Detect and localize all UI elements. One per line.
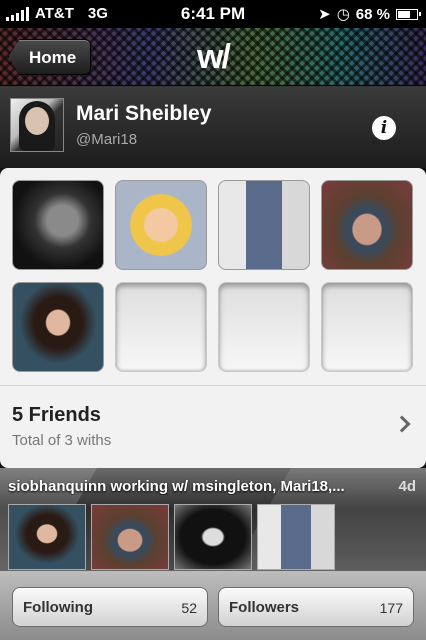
activity-thumbnail[interactable] xyxy=(257,504,335,570)
empty-friend-slot xyxy=(321,282,413,372)
followers-count: 177 xyxy=(379,600,403,616)
battery-percent: 68 % xyxy=(355,5,390,23)
following-count: 52 xyxy=(181,600,197,616)
location-arrow-icon: ➤ xyxy=(318,6,331,23)
friend-photo[interactable] xyxy=(218,180,310,270)
following-label: Following xyxy=(23,599,93,616)
divider xyxy=(0,385,426,386)
empty-friend-slot xyxy=(115,282,207,372)
empty-friend-slot xyxy=(218,282,310,372)
activity-item[interactable]: siobhanquinn working w/ msingleton, Mari… xyxy=(0,468,426,570)
activity-thumbnail[interactable] xyxy=(174,504,252,570)
friends-count-title: 5 Friends xyxy=(12,404,101,426)
activity-age: 4d xyxy=(398,478,416,495)
friend-photo[interactable] xyxy=(115,180,207,270)
profile-handle: @Mari18 xyxy=(76,131,138,148)
navigation-bar: Home w/ xyxy=(0,28,426,86)
activity-title: siobhanquinn working w/ msingleton, Mari… xyxy=(8,478,345,495)
friends-card[interactable]: 5 Friends Total of 3 withs xyxy=(0,168,426,468)
following-button[interactable]: Following 52 xyxy=(12,587,208,627)
chevron-right-icon[interactable] xyxy=(393,415,411,433)
battery-icon xyxy=(396,8,421,20)
activity-thumbnail[interactable] xyxy=(8,504,86,570)
profile-header: Mari Sheibley @Mari18 i xyxy=(0,86,426,168)
friends-subtitle: Total of 3 withs xyxy=(12,432,112,449)
info-icon[interactable]: i xyxy=(372,116,396,140)
app-logo: w/ xyxy=(197,38,231,76)
followers-label: Followers xyxy=(229,599,300,616)
activity-thumbnail[interactable] xyxy=(91,504,169,570)
profile-name: Mari Sheibley xyxy=(76,102,212,125)
status-bar: AT&T 3G 6:41 PM ➤ ◷ 68 % xyxy=(0,0,426,28)
friend-photo[interactable] xyxy=(321,180,413,270)
avatar[interactable] xyxy=(10,98,64,152)
bottom-bar: Following 52 Followers 177 xyxy=(0,570,426,640)
friend-photo[interactable] xyxy=(12,282,104,372)
clock-icon: ◷ xyxy=(336,6,350,23)
friend-grid xyxy=(12,180,414,372)
followers-button[interactable]: Followers 177 xyxy=(218,587,414,627)
friend-photo[interactable] xyxy=(12,180,104,270)
